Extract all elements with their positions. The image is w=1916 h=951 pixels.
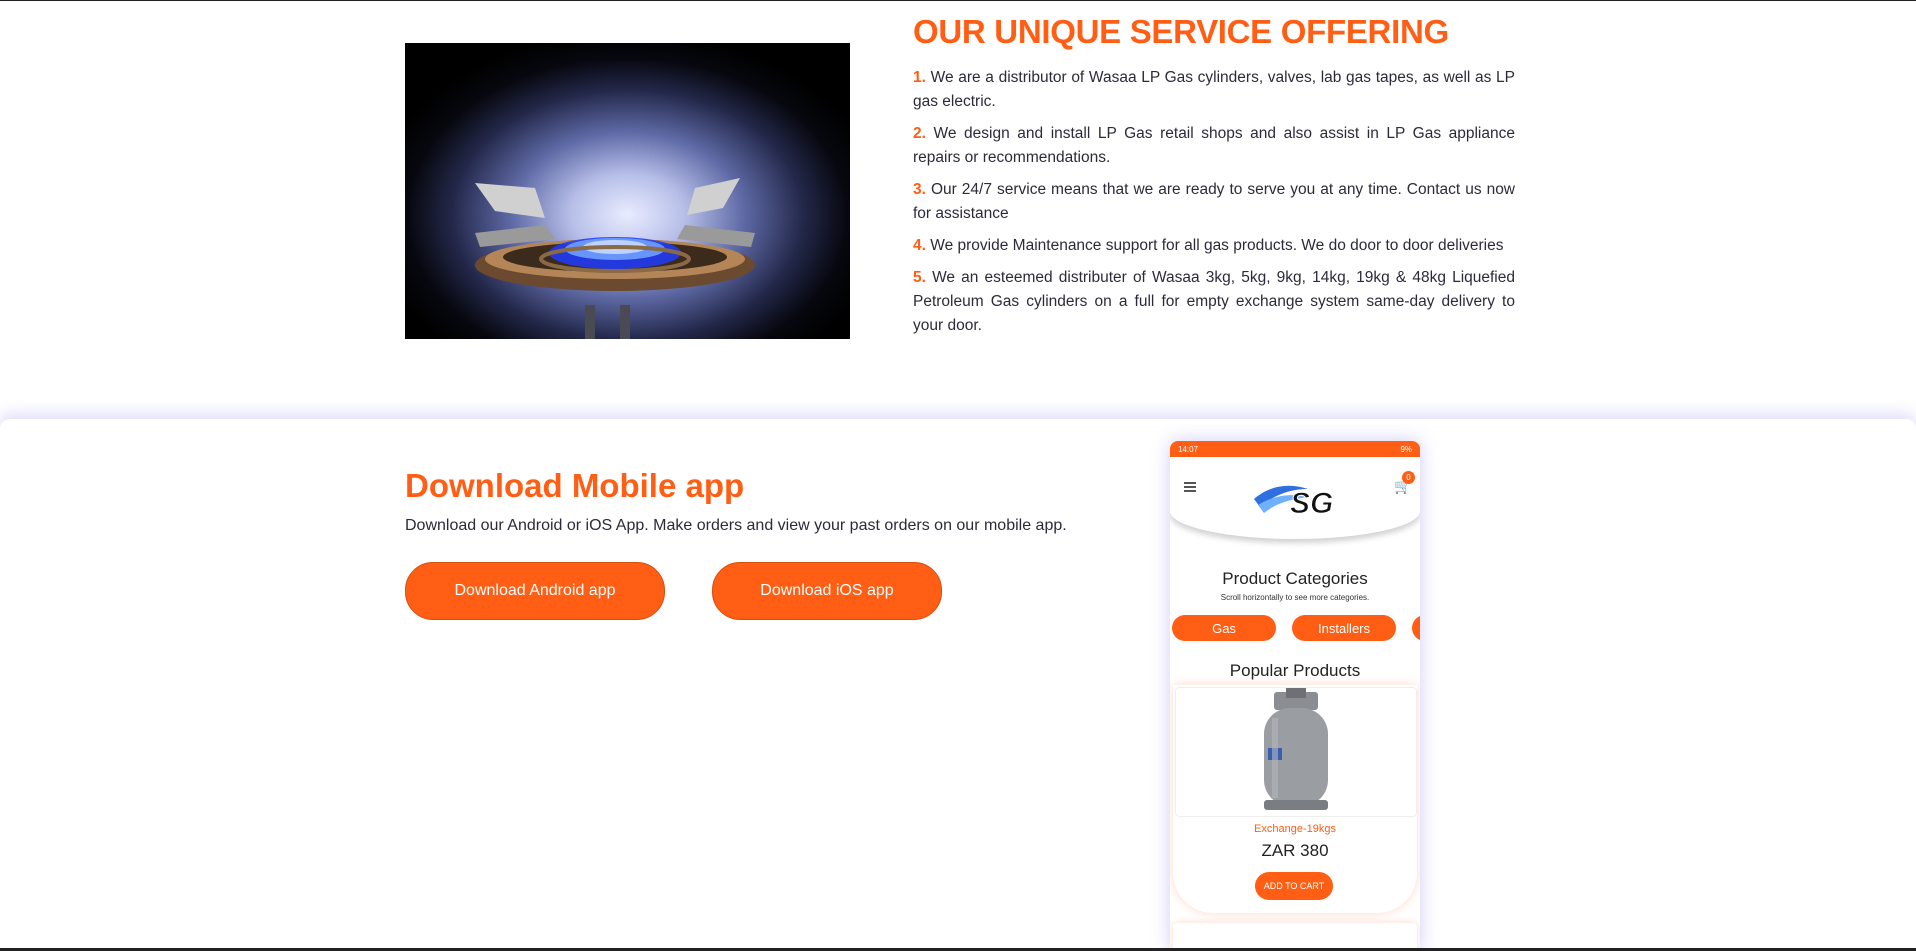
category-pill-partial[interactable] (1412, 615, 1420, 641)
service-section: OUR UNIQUE SERVICE OFFERING 1. We are a … (0, 1, 1916, 416)
service-item: 4. We provide Maintenance support for al… (913, 234, 1515, 258)
phone-mockup: 14:07 9% SG 🛒 0 Product Categories Scrol… (1170, 441, 1420, 951)
download-ios-button[interactable]: Download iOS app (712, 562, 942, 620)
service-list: 1. We are a distributor of Wasaa LP Gas … (913, 66, 1515, 346)
service-item-number: 4. (913, 237, 926, 254)
phone-app-header: SG 🛒 0 (1170, 457, 1420, 539)
gas-stove-illustration (475, 178, 755, 339)
download-android-button[interactable]: Download Android app (405, 562, 665, 620)
logo-text: SG (1290, 487, 1333, 520)
product-card[interactable]: Exchange-19kgs ZAR 380 ADD TO CART (1173, 685, 1417, 913)
category-pill-installers[interactable]: Installers (1292, 615, 1396, 641)
service-item-number: 1. (913, 69, 926, 86)
mobile-app-section: Download Mobile app Download our Android… (0, 419, 1916, 951)
service-item-text: We are a distributor of Wasaa LP Gas cyl… (913, 69, 1515, 110)
service-item-text: We design and install LP Gas retail shop… (913, 125, 1515, 166)
phone-status-bar: 14:07 9% (1170, 441, 1420, 457)
status-time: 14:07 (1178, 444, 1199, 454)
add-to-cart-button[interactable]: ADD TO CART (1255, 872, 1333, 900)
popular-products-title: Popular Products (1229, 661, 1361, 680)
service-item: 5. We an esteemed distributer of Wasaa 3… (913, 266, 1515, 338)
service-item: 1. We are a distributor of Wasaa LP Gas … (913, 66, 1515, 114)
status-battery: 9% (1400, 444, 1412, 454)
product-card-partial[interactable] (1173, 923, 1417, 951)
service-item: 3. Our 24/7 service means that we are re… (913, 178, 1515, 226)
service-item-number: 3. (913, 181, 926, 198)
category-pill-gas[interactable]: Gas (1172, 615, 1276, 641)
gas-cylinder-icon (1264, 688, 1328, 810)
hamburger-menu-icon[interactable] (1184, 482, 1196, 492)
service-item-number: 5. (913, 269, 926, 286)
gas-stove-photo (405, 43, 850, 339)
app-section-subtitle: Download our Android or iOS App. Make or… (405, 517, 1067, 534)
categories-hint: Scroll horizontally to see more categori… (1220, 593, 1370, 602)
sg-logo: SG (1254, 485, 1334, 521)
product-image (1175, 687, 1417, 817)
service-item-text: We an esteemed distributer of Wasaa 3kg,… (913, 269, 1515, 334)
product-price: ZAR 380 (1261, 841, 1329, 860)
categories-title: Product Categories (1222, 569, 1368, 588)
cart-count-badge: 0 (1402, 471, 1415, 484)
service-item-text: We provide Maintenance support for all g… (930, 237, 1504, 254)
service-item-text: Our 24/7 service means that we are ready… (913, 181, 1516, 222)
app-section-title: Download Mobile app (405, 467, 745, 504)
product-name: Exchange-19kgs (1254, 823, 1336, 835)
service-item-number: 2. (913, 125, 926, 142)
service-item: 2. We design and install LP Gas retail s… (913, 122, 1515, 170)
service-title: OUR UNIQUE SERVICE OFFERING (913, 13, 1449, 50)
